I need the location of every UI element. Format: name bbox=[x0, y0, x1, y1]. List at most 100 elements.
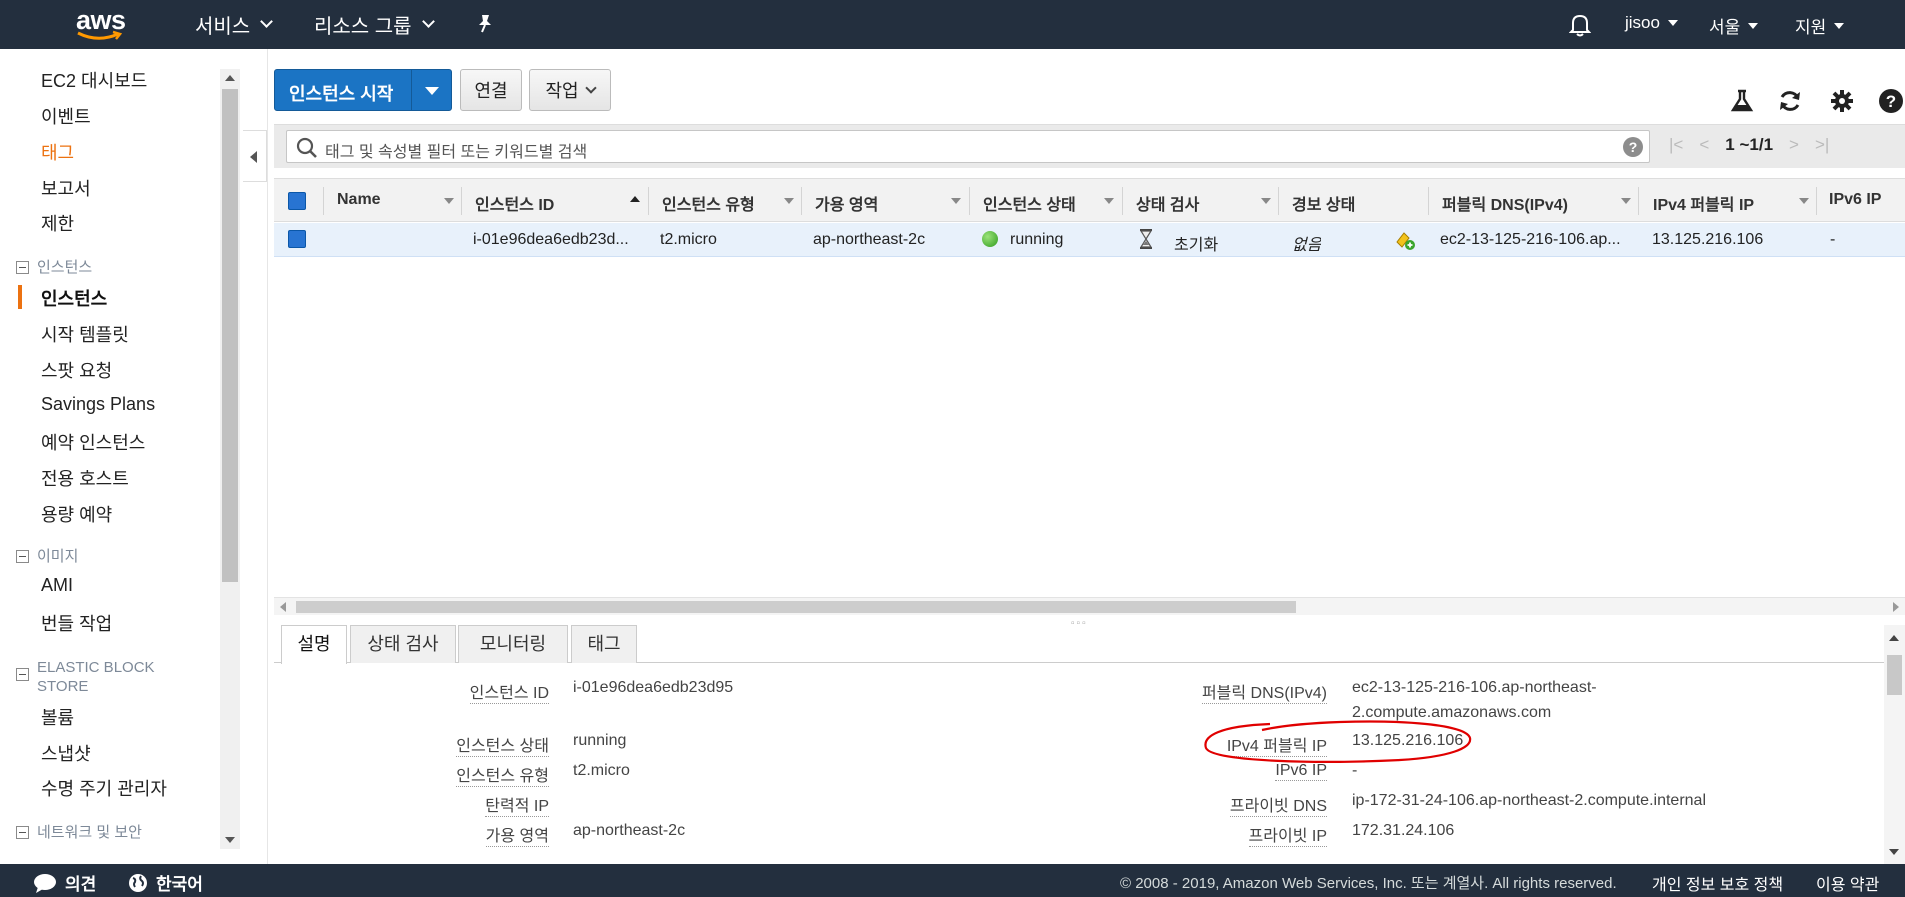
sort-ascending-icon[interactable] bbox=[630, 196, 640, 202]
sidebar-item-launch-templates[interactable]: 시작 템플릿 bbox=[41, 321, 129, 347]
add-alarm-icon[interactable] bbox=[1394, 229, 1416, 251]
sort-icon[interactable] bbox=[1261, 198, 1271, 204]
sort-icon[interactable] bbox=[1104, 198, 1114, 204]
last-page-icon[interactable]: >| bbox=[1815, 135, 1829, 155]
column-header-availability-zone[interactable]: 가용 영역 bbox=[815, 191, 878, 215]
scrollbar-thumb[interactable] bbox=[1887, 655, 1902, 695]
scroll-down-icon[interactable] bbox=[1889, 849, 1899, 855]
sidebar-item-capacity-reservations[interactable]: 용량 예약 bbox=[41, 501, 112, 527]
services-menu[interactable]: 서비스 bbox=[195, 10, 274, 39]
aws-logo[interactable]: aws bbox=[74, 5, 130, 42]
tab-description[interactable]: 설명 bbox=[281, 625, 347, 664]
feedback-link[interactable]: 의견 bbox=[33, 870, 96, 895]
column-header-name[interactable]: Name bbox=[337, 191, 381, 209]
sort-icon[interactable] bbox=[951, 198, 961, 204]
column-header-public-ip[interactable]: IPv4 퍼블릭 IP bbox=[1653, 191, 1754, 215]
terms-of-use-link[interactable]: 이용 약관 bbox=[1816, 871, 1879, 895]
tab-status-checks[interactable]: 상태 검사 bbox=[350, 625, 456, 663]
sort-icon[interactable] bbox=[1799, 198, 1809, 204]
detail-scrollbar[interactable] bbox=[1884, 625, 1905, 865]
sidebar-item-dashboard[interactable]: EC2 대시보드 bbox=[41, 67, 147, 93]
scrollbar-thumb[interactable] bbox=[296, 601, 1296, 613]
scroll-down-icon[interactable] bbox=[225, 837, 235, 843]
sidebar-item-savings-plans[interactable]: Savings Plans bbox=[41, 394, 155, 415]
tab-tags[interactable]: 태그 bbox=[571, 625, 637, 663]
help-icon[interactable]: ? bbox=[1878, 88, 1904, 114]
actions-button[interactable]: 작업 bbox=[529, 69, 611, 111]
collapse-icon bbox=[16, 550, 29, 563]
sort-icon[interactable] bbox=[1621, 198, 1631, 204]
tab-monitoring[interactable]: 모니터링 bbox=[458, 625, 568, 663]
next-page-icon[interactable]: > bbox=[1789, 135, 1799, 155]
bell-icon[interactable] bbox=[1569, 13, 1591, 37]
first-page-icon[interactable]: |< bbox=[1669, 135, 1683, 155]
scroll-right-icon[interactable] bbox=[1893, 602, 1899, 612]
user-menu[interactable]: jisoo bbox=[1625, 13, 1678, 33]
cell-public-dns: ec2-13-125-216-106.ap... bbox=[1440, 231, 1621, 248]
scroll-up-icon[interactable] bbox=[225, 75, 235, 81]
region-label: 서울 bbox=[1709, 18, 1741, 37]
divider bbox=[801, 187, 802, 215]
scroll-left-icon[interactable] bbox=[280, 602, 286, 612]
services-label: 서비스 bbox=[195, 16, 251, 38]
caret-down-icon bbox=[1748, 22, 1759, 29]
divider bbox=[411, 70, 412, 110]
column-header-status-check[interactable]: 상태 검사 bbox=[1136, 191, 1199, 215]
column-header-alarm-status[interactable]: 경보 상태 bbox=[1292, 191, 1355, 215]
sort-icon[interactable] bbox=[444, 198, 454, 204]
table-row[interactable]: i-01e96dea6edb23d... t2.micro ap-northea… bbox=[274, 223, 1905, 257]
instances-table: Name 인스턴스 ID 인스턴스 유형 가용 영역 인스턴스 상태 상태 검사… bbox=[274, 178, 1905, 598]
active-indicator bbox=[18, 285, 22, 309]
sort-icon[interactable] bbox=[784, 198, 794, 204]
connect-button[interactable]: 연결 bbox=[460, 69, 522, 111]
cell-availability-zone: ap-northeast-2c bbox=[813, 231, 926, 248]
divider bbox=[969, 187, 970, 215]
language-selector[interactable]: 한국어 bbox=[128, 870, 203, 895]
table-horizontal-scrollbar[interactable] bbox=[274, 597, 1905, 615]
column-header-instance-state[interactable]: 인스턴스 상태 bbox=[983, 191, 1076, 215]
collapse-sidebar-button[interactable] bbox=[243, 130, 267, 182]
column-header-public-dns[interactable]: 퍼블릭 DNS(IPv4) bbox=[1442, 191, 1568, 215]
sidebar: EC2 대시보드 이벤트 태그 보고서 제한 인스턴스 인스턴스 시작 템플릿 … bbox=[0, 49, 240, 864]
prev-page-icon[interactable]: < bbox=[1699, 135, 1709, 155]
column-header-ipv6[interactable]: IPv6 IP bbox=[1829, 191, 1881, 209]
sidebar-scrollbar[interactable] bbox=[220, 69, 240, 849]
section-ebs[interactable]: ELASTIC BLOCK STORE bbox=[16, 658, 166, 696]
sidebar-item-bundle-tasks[interactable]: 번들 작업 bbox=[41, 610, 112, 636]
sidebar-item-reports[interactable]: 보고서 bbox=[41, 175, 91, 201]
column-header-instance-type[interactable]: 인스턴스 유형 bbox=[662, 191, 755, 215]
sidebar-item-lifecycle-manager[interactable]: 수명 주기 관리자 bbox=[41, 775, 167, 801]
search-help-icon[interactable]: ? bbox=[1623, 137, 1643, 157]
search-input[interactable]: 태그 및 속성별 필터 또는 키워드별 검색 ? bbox=[286, 130, 1650, 163]
sidebar-item-snapshots[interactable]: 스냅샷 bbox=[41, 740, 91, 766]
sidebar-item-spot-requests[interactable]: 스팟 요청 bbox=[41, 357, 112, 383]
column-header-instance-id[interactable]: 인스턴스 ID bbox=[475, 191, 554, 215]
user-label: jisoo bbox=[1625, 13, 1660, 32]
sidebar-item-events[interactable]: 이벤트 bbox=[41, 103, 91, 129]
sidebar-item-tags[interactable]: 태그 bbox=[41, 139, 74, 165]
sidebar-item-volumes[interactable]: 볼륨 bbox=[41, 704, 74, 730]
privacy-policy-link[interactable]: 개인 정보 보호 정책 bbox=[1652, 871, 1783, 895]
scrollbar-thumb[interactable] bbox=[222, 89, 238, 582]
section-instances[interactable]: 인스턴스 bbox=[16, 258, 92, 277]
sidebar-item-instances[interactable]: 인스턴스 bbox=[41, 285, 107, 311]
gear-icon[interactable] bbox=[1829, 88, 1855, 114]
select-all-checkbox[interactable] bbox=[288, 192, 306, 210]
launch-instance-button[interactable]: 인스턴스 시작 bbox=[274, 69, 452, 111]
section-network-security[interactable]: 네트워크 및 보안 bbox=[16, 823, 142, 842]
launch-dropdown-icon[interactable] bbox=[425, 87, 439, 95]
flask-icon[interactable] bbox=[1729, 88, 1755, 114]
region-menu[interactable]: 서울 bbox=[1709, 13, 1759, 38]
pin-icon[interactable] bbox=[476, 14, 494, 34]
section-images[interactable]: 이미지 bbox=[16, 547, 78, 566]
cell-status-check: 초기화 bbox=[1174, 237, 1219, 254]
sidebar-item-dedicated-hosts[interactable]: 전용 호스트 bbox=[41, 465, 129, 491]
refresh-icon[interactable] bbox=[1777, 88, 1803, 114]
row-checkbox[interactable] bbox=[288, 230, 306, 248]
sidebar-item-limits[interactable]: 제한 bbox=[41, 210, 74, 236]
resource-groups-menu[interactable]: 리소스 그룹 bbox=[314, 10, 435, 39]
support-menu[interactable]: 지원 bbox=[1795, 13, 1845, 38]
sidebar-item-ami[interactable]: AMI bbox=[41, 575, 73, 596]
sidebar-item-reserved-instances[interactable]: 예약 인스턴스 bbox=[41, 429, 145, 455]
scroll-up-icon[interactable] bbox=[1889, 635, 1899, 641]
